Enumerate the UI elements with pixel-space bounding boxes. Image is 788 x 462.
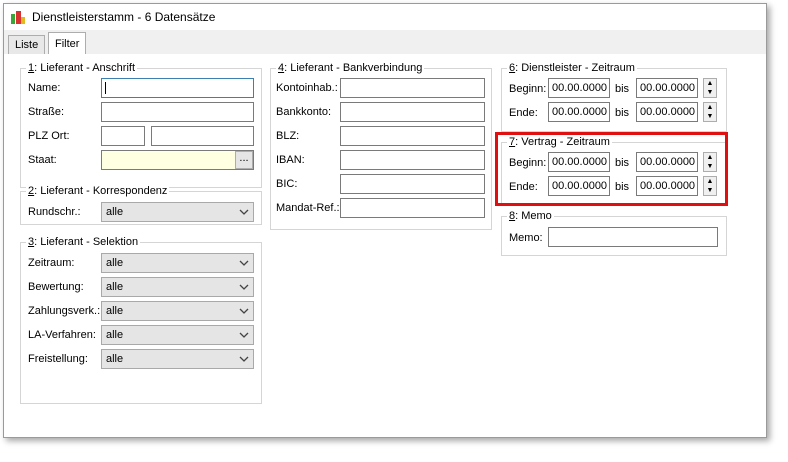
tab-liste[interactable]: Liste — [8, 35, 46, 54]
chevron-down-icon — [239, 308, 249, 314]
chevron-down-icon — [239, 209, 249, 215]
zeitraum-label: Zeitraum: — [28, 257, 75, 269]
bankkonto-input[interactable] — [340, 102, 485, 122]
mandat-ref-input[interactable] — [340, 198, 485, 218]
name-input[interactable] — [101, 78, 254, 98]
memo-label: Memo: — [509, 232, 543, 244]
dl-ende-from-input[interactable]: 00.00.0000 — [548, 102, 610, 122]
zahlungsverk-label: Zahlungsverk.: — [28, 305, 101, 317]
la-verfahren-label: LA-Verfahren: — [28, 329, 96, 341]
ort-input[interactable] — [151, 126, 254, 146]
app-window: Dienstleisterstamm - 6 Datensätze Liste … — [3, 3, 767, 438]
tab-strip — [4, 32, 766, 55]
dl-ende-bis-label: bis — [615, 107, 630, 119]
bewertung-select[interactable]: alle — [101, 277, 254, 297]
spin-down-icon[interactable]: ▼ — [704, 88, 716, 97]
staat-input[interactable] — [101, 150, 254, 170]
bewertung-label: Bewertung: — [28, 281, 84, 293]
name-label: Name: — [28, 82, 61, 94]
freistellung-label: Freistellung: — [28, 353, 88, 365]
zahlungsverk-select[interactable]: alle — [101, 301, 254, 321]
rundschr-select[interactable]: alle — [101, 202, 254, 222]
dl-ende-label: Ende: — [509, 107, 538, 119]
chevron-down-icon — [239, 332, 249, 338]
group-memo-title: 8: Memo — [507, 210, 554, 222]
strasse-label: Straße: — [28, 106, 65, 118]
iban-input[interactable] — [340, 150, 485, 170]
rundschr-value: alle — [106, 206, 124, 218]
filter-panel: 1: Lieferant - Anschrift Name: Straße: P… — [4, 54, 766, 437]
title-bar: Dienstleisterstamm - 6 Datensätze — [4, 4, 766, 30]
zeitraum-value: alle — [106, 257, 124, 269]
tab-filter[interactable]: Filter — [48, 32, 87, 55]
dl-beginn-from-input[interactable]: 00.00.0000 — [548, 78, 610, 98]
kontoinhaber-input[interactable] — [340, 78, 485, 98]
kontoinhaber-label: Kontoinhab.: — [276, 82, 338, 94]
spin-down-icon[interactable]: ▼ — [704, 112, 716, 121]
plz-ort-label: PLZ Ort: — [28, 130, 70, 142]
app-icon — [11, 11, 25, 24]
freistellung-select[interactable]: alle — [101, 349, 254, 369]
bic-input[interactable] — [340, 174, 485, 194]
group-selektion-title: 3: Lieferant - Selektion — [26, 236, 141, 248]
la-verfahren-value: alle — [106, 329, 124, 341]
staat-label: Staat: — [28, 154, 57, 166]
dl-beginn-to-input[interactable]: 00.00.0000 — [636, 78, 698, 98]
zahlungsverk-value: alle — [106, 305, 124, 317]
blz-label: BLZ: — [276, 130, 300, 142]
bankkonto-label: Bankkonto: — [276, 106, 332, 118]
dl-beginn-spinner[interactable]: ▲ ▼ — [703, 78, 717, 98]
bewertung-value: alle — [106, 281, 124, 293]
zeitraum-select[interactable]: alle — [101, 253, 254, 273]
la-verfahren-select[interactable]: alle — [101, 325, 254, 345]
dl-ende-to-input[interactable]: 00.00.0000 — [636, 102, 698, 122]
rundschr-label: Rundschr.: — [28, 206, 81, 218]
dl-beginn-bis-label: bis — [615, 83, 630, 95]
freistellung-value: alle — [106, 353, 124, 365]
chevron-down-icon — [239, 284, 249, 290]
group-bankverbindung-title: 4: Lieferant - Bankverbindung — [276, 62, 425, 74]
text-caret — [105, 82, 106, 94]
chevron-down-icon — [239, 260, 249, 266]
dl-ende-spinner[interactable]: ▲ ▼ — [703, 102, 717, 122]
window-title: Dienstleisterstamm - 6 Datensätze — [32, 10, 216, 24]
group-anschrift-title: 1: Lieferant - Anschrift — [26, 62, 138, 74]
bic-label: BIC: — [276, 178, 298, 190]
staat-lookup-button[interactable]: ... — [235, 151, 253, 169]
iban-label: IBAN: — [276, 154, 305, 166]
group-dienstleister-zeitraum-title: 6: Dienstleister - Zeitraum — [507, 62, 637, 74]
strasse-input[interactable] — [101, 102, 254, 122]
blz-input[interactable] — [340, 126, 485, 146]
chevron-down-icon — [239, 356, 249, 362]
mandat-ref-label: Mandat-Ref.: — [276, 202, 340, 214]
plz-input[interactable] — [101, 126, 145, 146]
group-korrespondenz-title: 2: Lieferant - Korrespondenz — [26, 185, 170, 197]
spin-up-icon[interactable]: ▲ — [704, 79, 716, 88]
spin-up-icon[interactable]: ▲ — [704, 103, 716, 112]
highlight-box — [495, 132, 728, 206]
dl-beginn-label: Beginn: — [509, 83, 547, 95]
memo-input[interactable] — [548, 227, 718, 247]
